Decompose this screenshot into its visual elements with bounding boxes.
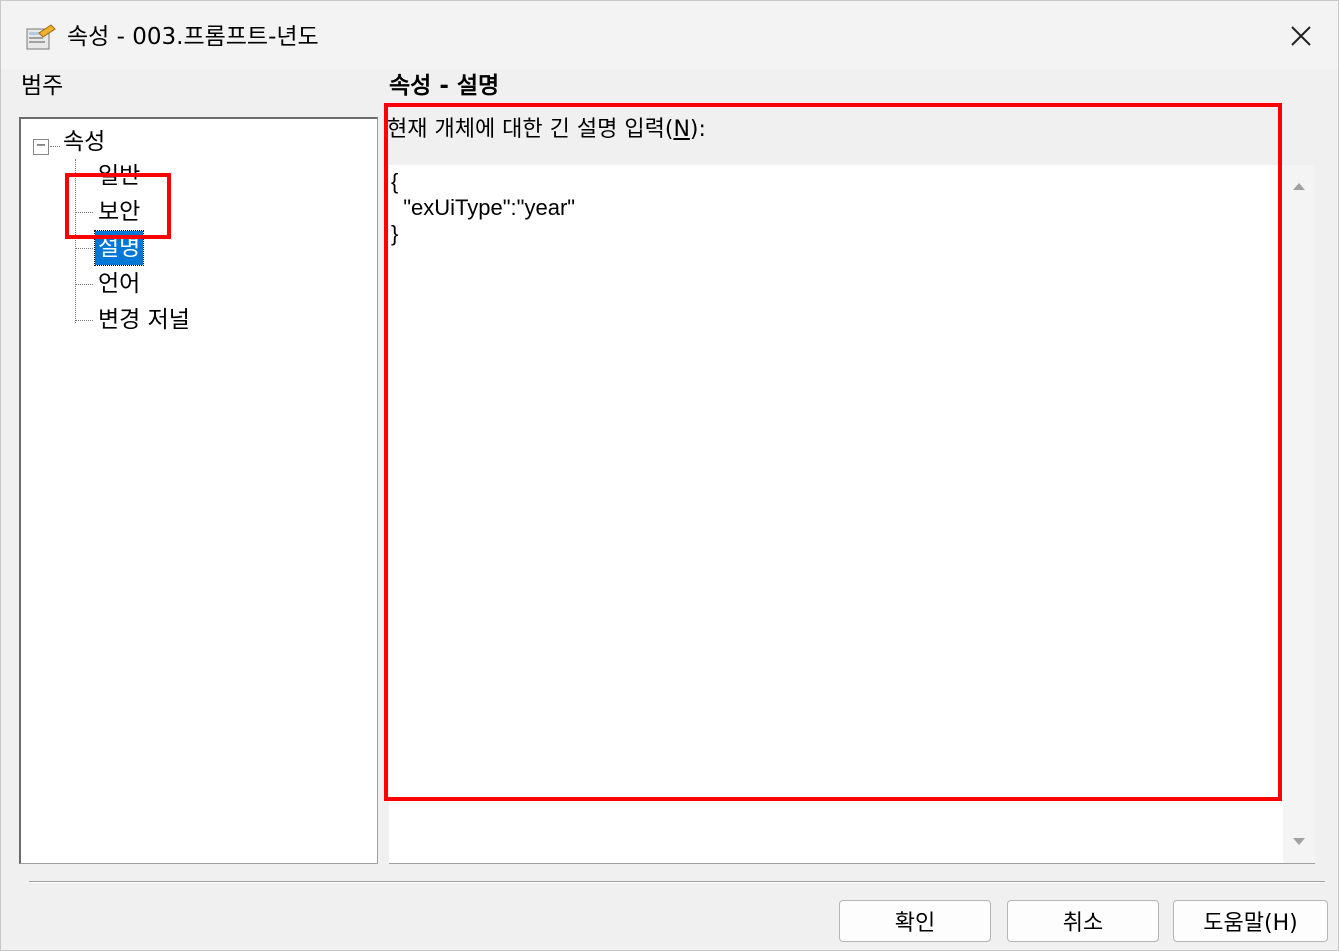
vertical-scrollbar[interactable] [1283,165,1315,863]
description-prompt-area: 현재 개체에 대한 긴 설명 입력(N): [385,107,1285,165]
tree-connector [75,212,93,213]
close-icon [1291,26,1311,46]
tree-connector [75,176,93,177]
tree-connector [75,159,76,323]
tree-item-label: 일반 [98,163,141,189]
description-editor: { "exUiType":"year" } [389,165,1315,864]
tree-item-label: 언어 [98,271,141,297]
window-title: 속성 - 003.프롬프트-년도 [67,24,319,50]
tree-connector [75,248,93,249]
tree-connector [50,146,60,147]
scroll-up-icon [1293,183,1305,190]
tree-connector [75,320,93,321]
separator [29,881,1325,883]
tree-item-label: 변경 저널 [98,307,190,333]
ok-button[interactable]: 확인 [839,900,991,942]
prompt-prefix: 현재 개체에 대한 긴 설명 입력( [387,117,674,142]
properties-app-icon [25,23,57,51]
collapse-icon[interactable]: − [33,139,49,155]
properties-dialog: 속성 - 003.프롬프트-년도 범주 속성 - 설명 − 속성 일반 보안 설… [0,0,1339,951]
tree-connector [75,284,93,285]
description-textarea[interactable]: { "exUiType":"year" } [391,169,1271,849]
prompt-accelerator-key: N [673,117,690,142]
category-tree[interactable]: − 속성 일반 보안 설명 언어 변경 저널 [19,117,378,864]
title-bar: 속성 - 003.프롬프트-년도 [1,1,1338,69]
prompt-suffix: ): [689,117,706,142]
scroll-down-button[interactable] [1283,831,1315,853]
scroll-up-button[interactable] [1283,175,1315,197]
close-button[interactable] [1271,11,1331,61]
category-label: 범주 [21,73,64,99]
scroll-down-icon [1293,838,1305,845]
help-button[interactable]: 도움말(H) [1173,900,1328,942]
tree-root-properties[interactable]: 속성 [63,125,105,159]
description-prompt: 현재 개체에 대한 긴 설명 입력(N): [387,115,706,145]
property-header: 속성 - 설명 [389,73,500,99]
tree-item-label: 설명 [93,230,145,266]
tree-item-label: 보안 [98,199,141,225]
cancel-button[interactable]: 취소 [1007,900,1159,942]
